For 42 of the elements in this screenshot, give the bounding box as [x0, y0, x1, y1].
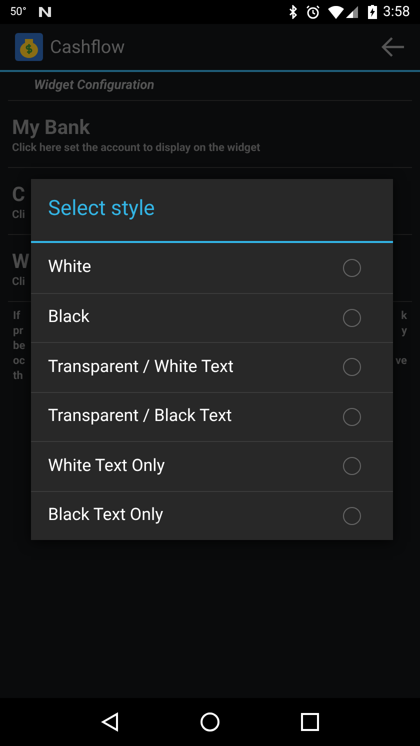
battery-icon [368, 5, 377, 19]
note-text: pr [13, 323, 24, 338]
app-title: Cashflow [50, 36, 125, 60]
clock-time: 3:58 [383, 2, 410, 22]
alarm-icon [306, 5, 320, 19]
radio-button[interactable] [343, 506, 361, 525]
bluetooth-icon [288, 5, 298, 19]
style-option[interactable]: White [31, 243, 393, 292]
note-text: th [13, 368, 23, 383]
setting-title: My Bank [12, 114, 90, 141]
note-text: y [401, 323, 407, 338]
radio-button[interactable] [343, 408, 361, 426]
setting-subtitle: Click here set the account to display on the widget [12, 141, 260, 155]
temperature: 50° [10, 4, 26, 20]
style-option[interactable]: Black Text Only [31, 490, 393, 540]
back-icon[interactable] [100, 712, 119, 732]
note-text: If [13, 308, 20, 323]
home-icon[interactable] [200, 712, 220, 732]
note-text: k [401, 308, 407, 323]
style-option[interactable]: Transparent / Black Text [31, 392, 393, 441]
style-option[interactable]: White Text Only [31, 441, 393, 490]
setting-title: C [12, 181, 26, 208]
recents-icon[interactable] [301, 713, 320, 731]
setting-title: W [12, 248, 30, 275]
style-option[interactable]: Black [31, 292, 393, 342]
notification-icon [38, 6, 52, 18]
back-arrow-icon[interactable] [381, 37, 405, 57]
dialog-title: Select style [48, 196, 155, 224]
wifi-icon [328, 6, 344, 18]
radio-button[interactable] [343, 258, 361, 277]
signal-icon [346, 6, 358, 18]
setting-subtitle: Cli [12, 208, 26, 222]
radio-button[interactable] [343, 308, 361, 327]
money-bag-icon [15, 33, 43, 61]
radio-button[interactable] [343, 358, 361, 376]
note-text: be [13, 338, 26, 353]
style-option[interactable]: Transparent / White Text [31, 342, 393, 392]
note-text: oc [13, 353, 25, 368]
setting-subtitle: Cli [12, 275, 26, 289]
radio-button[interactable] [343, 457, 361, 476]
note-text: ve [396, 353, 407, 368]
section-header: Widget Configuration [34, 77, 154, 96]
